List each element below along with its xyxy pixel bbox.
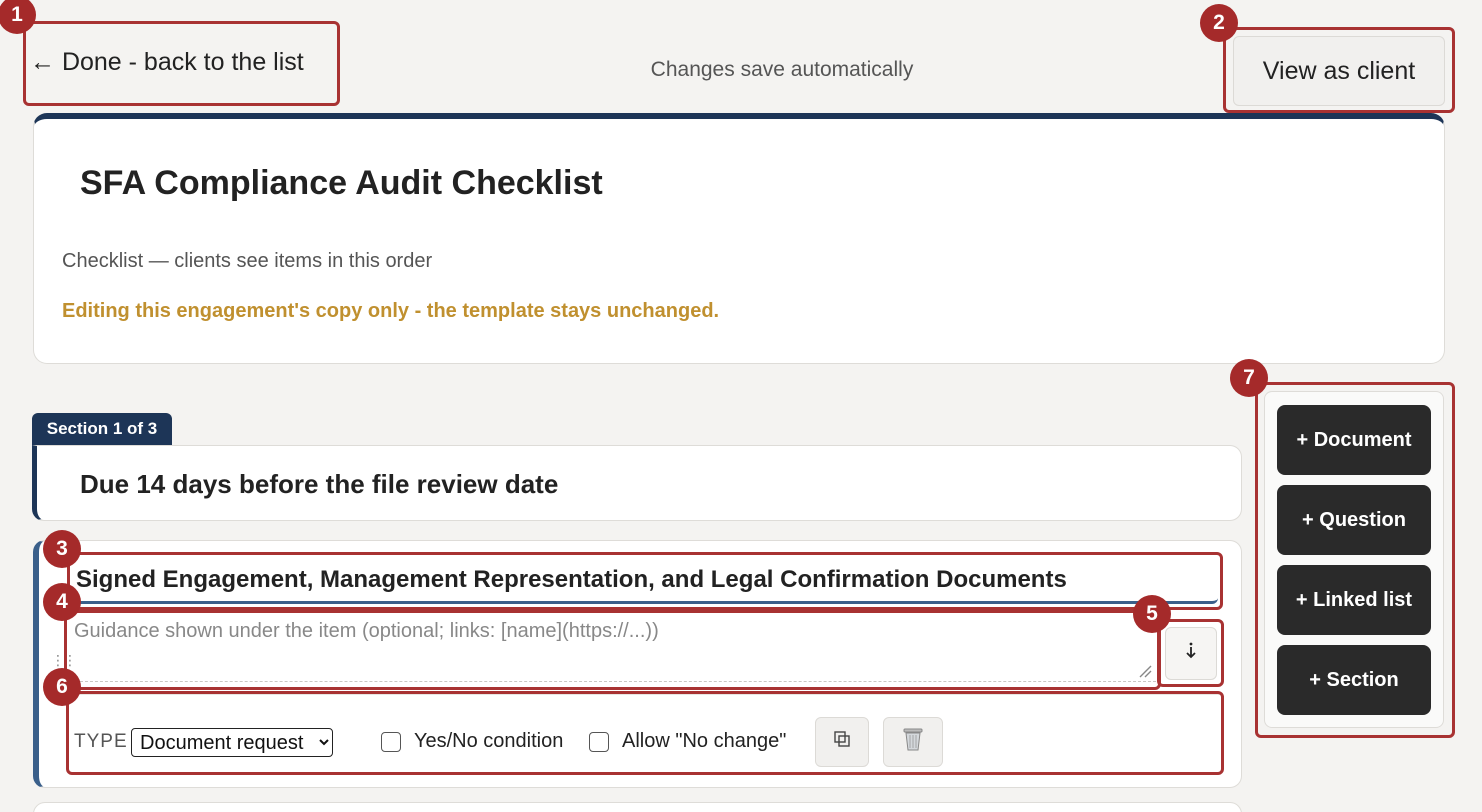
annotation-number: 1	[0, 0, 36, 34]
checklist-description: Checklist — clients see items in this or…	[62, 250, 433, 272]
annotation-number: 3	[43, 530, 81, 568]
arrow-down-icon	[1185, 642, 1197, 666]
add-section-button[interactable]: + Section	[1277, 645, 1431, 715]
annotation-number: 7	[1230, 359, 1268, 397]
trash-icon	[901, 726, 925, 758]
move-down-button[interactable]	[1165, 627, 1217, 680]
section-badge: Section 1 of 3	[32, 413, 172, 445]
section-title[interactable]: Due 14 days before the file review date	[80, 469, 558, 500]
allow-no-change-checkbox[interactable]	[589, 732, 609, 752]
add-linked-list-button[interactable]: + Linked list	[1277, 565, 1431, 635]
delete-button[interactable]	[883, 717, 943, 767]
annotation-number: 2	[1200, 4, 1238, 42]
yes-no-condition-label[interactable]: Yes/No condition	[414, 730, 563, 753]
item-title-input[interactable]	[72, 558, 1218, 604]
checklist-header-card	[33, 113, 1445, 364]
page-title: SFA Compliance Audit Checklist	[80, 164, 603, 202]
allow-no-change-label[interactable]: Allow "No change"	[622, 730, 786, 753]
add-document-button[interactable]: + Document	[1277, 405, 1431, 475]
type-select[interactable]: Document request	[131, 728, 333, 757]
add-question-button[interactable]: + Question	[1277, 485, 1431, 555]
duplicate-button[interactable]	[815, 717, 869, 767]
annotation-number: 6	[43, 668, 81, 706]
resize-grip-icon[interactable]	[1138, 664, 1152, 678]
yes-no-condition-checkbox[interactable]	[381, 732, 401, 752]
edit-scope-warning: Editing this engagement's copy only - th…	[62, 300, 720, 322]
next-item-card	[33, 802, 1242, 812]
annotation-number: 4	[43, 583, 81, 621]
annotation-number: 5	[1133, 595, 1171, 633]
view-as-client-button[interactable]: View as client	[1233, 36, 1445, 106]
type-label: TYPE	[74, 731, 128, 752]
duplicate-icon	[833, 730, 851, 754]
guidance-input[interactable]	[70, 614, 1156, 682]
